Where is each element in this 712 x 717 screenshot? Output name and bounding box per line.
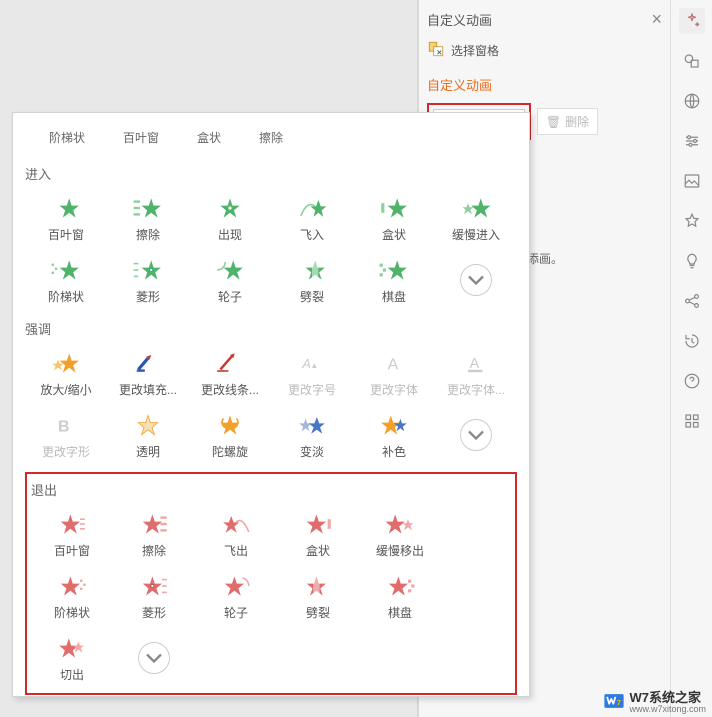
- exit-highlight: 退出 百叶窗 擦除 飞出 盒状 缓慢移出 阶梯状 菱形 轮子 劈裂 棋盘 切出: [25, 472, 517, 695]
- trash-icon: 🗑: [546, 115, 561, 129]
- emphasis-item[interactable]: 透明: [107, 404, 189, 466]
- select-pane-row[interactable]: 选择窗格: [427, 40, 662, 61]
- select-pane-label: 选择窗格: [451, 42, 499, 59]
- exit-more[interactable]: [113, 627, 195, 689]
- exit-item[interactable]: 轮子: [195, 565, 277, 627]
- entrance-label: 进入: [25, 164, 517, 183]
- sliders-icon[interactable]: [679, 128, 705, 154]
- emphasis-item: A▲ 更改字号: [271, 342, 353, 404]
- watermark-logo: 7: [603, 690, 625, 712]
- chevron-down-icon: [460, 264, 492, 296]
- exit-item[interactable]: 棋盘: [359, 565, 441, 627]
- delete-label: 删除: [565, 113, 589, 130]
- entrance-item[interactable]: 盒状: [353, 187, 435, 249]
- grid-icon[interactable]: [679, 408, 705, 434]
- panel-title: 自定义动画: [427, 10, 492, 29]
- exit-item[interactable]: 劈裂: [277, 565, 359, 627]
- effects-popup: 阶梯状 百叶窗 盒状 擦除 进入 百叶窗 擦除 出现 飞入 盒状 缓慢进入: [12, 112, 530, 697]
- close-icon[interactable]: ×: [651, 9, 662, 30]
- recent-item[interactable]: 盒状: [197, 129, 221, 146]
- exit-item[interactable]: 擦除: [113, 503, 195, 565]
- recent-item[interactable]: 阶梯状: [49, 129, 85, 146]
- entrance-item[interactable]: 百叶窗: [25, 187, 107, 249]
- entrance-item[interactable]: 缓慢进入: [435, 187, 517, 249]
- chevron-down-icon: [138, 642, 170, 674]
- emphasis-item: A 更改字体: [353, 342, 435, 404]
- entrance-grid: 百叶窗 擦除 出现 飞入 盒状 缓慢进入 阶梯状 菱形: [25, 187, 517, 311]
- emphasis-more[interactable]: [435, 404, 517, 466]
- recent-item[interactable]: 百叶窗: [123, 129, 159, 146]
- right-rail: [670, 0, 712, 717]
- entrance-item[interactable]: 劈裂: [271, 249, 353, 311]
- star-icon[interactable]: [679, 208, 705, 234]
- lightbulb-icon[interactable]: [679, 248, 705, 274]
- panel-section-label: 自定义动画: [427, 75, 662, 95]
- svg-text:7: 7: [617, 698, 621, 707]
- chevron-down-icon: [460, 419, 492, 451]
- entrance-item[interactable]: 棋盘: [353, 249, 435, 311]
- delete-button[interactable]: 🗑 删除: [537, 108, 598, 135]
- emphasis-item: B 更改字形: [25, 404, 107, 466]
- emphasis-item[interactable]: 更改线条...: [189, 342, 271, 404]
- recent-row: 阶梯状 百叶窗 盒状 擦除: [25, 121, 517, 156]
- entrance-item[interactable]: 轮子: [189, 249, 271, 311]
- entrance-item[interactable]: 擦除: [107, 187, 189, 249]
- globe-icon[interactable]: [679, 88, 705, 114]
- svg-text:A: A: [301, 355, 311, 370]
- exit-item[interactable]: 菱形: [113, 565, 195, 627]
- help-icon[interactable]: [679, 368, 705, 394]
- exit-item[interactable]: 百叶窗: [31, 503, 113, 565]
- emphasis-item[interactable]: 变淡: [271, 404, 353, 466]
- emphasis-item[interactable]: 补色: [353, 404, 435, 466]
- exit-label: 退出: [31, 480, 511, 499]
- history-icon[interactable]: [679, 328, 705, 354]
- entrance-more[interactable]: [435, 249, 517, 311]
- exit-item[interactable]: 盒状: [277, 503, 359, 565]
- svg-text:A: A: [388, 356, 399, 373]
- svg-text:A: A: [470, 355, 480, 371]
- entrance-item[interactable]: 菱形: [107, 249, 189, 311]
- emphasis-item[interactable]: 陀螺旋: [189, 404, 271, 466]
- emphasis-grid: 放大/缩小 更改填充... 更改线条... A▲ 更改字号 A 更改字体 A 更…: [25, 342, 517, 466]
- emphasis-item: A 更改字体...: [435, 342, 517, 404]
- exit-item[interactable]: 阶梯状: [31, 565, 113, 627]
- svg-text:B: B: [58, 418, 70, 435]
- emphasis-label: 强调: [25, 319, 517, 338]
- entrance-item[interactable]: 阶梯状: [25, 249, 107, 311]
- emphasis-item[interactable]: 放大/缩小: [25, 342, 107, 404]
- watermark-title: W7系统之家: [629, 690, 701, 705]
- exit-item[interactable]: 切出: [31, 627, 113, 689]
- entrance-item[interactable]: 飞入: [271, 187, 353, 249]
- image-icon[interactable]: [679, 168, 705, 194]
- select-pane-icon: [427, 40, 445, 61]
- emphasis-item[interactable]: 更改填充...: [107, 342, 189, 404]
- entrance-item[interactable]: 出现: [189, 187, 271, 249]
- exit-grid: 百叶窗 擦除 飞出 盒状 缓慢移出 阶梯状 菱形 轮子 劈裂 棋盘 切出: [31, 503, 511, 689]
- exit-item[interactable]: 缓慢移出: [359, 503, 441, 565]
- exit-item[interactable]: 飞出: [195, 503, 277, 565]
- recent-item[interactable]: 擦除: [259, 129, 283, 146]
- shapes-icon[interactable]: [679, 48, 705, 74]
- sparkle-icon[interactable]: [679, 8, 705, 34]
- svg-text:▲: ▲: [310, 360, 318, 369]
- share-icon[interactable]: [679, 288, 705, 314]
- watermark-sub: www.w7xitong.com: [629, 704, 706, 714]
- watermark: 7 W7系统之家 www.w7xitong.com: [603, 687, 706, 714]
